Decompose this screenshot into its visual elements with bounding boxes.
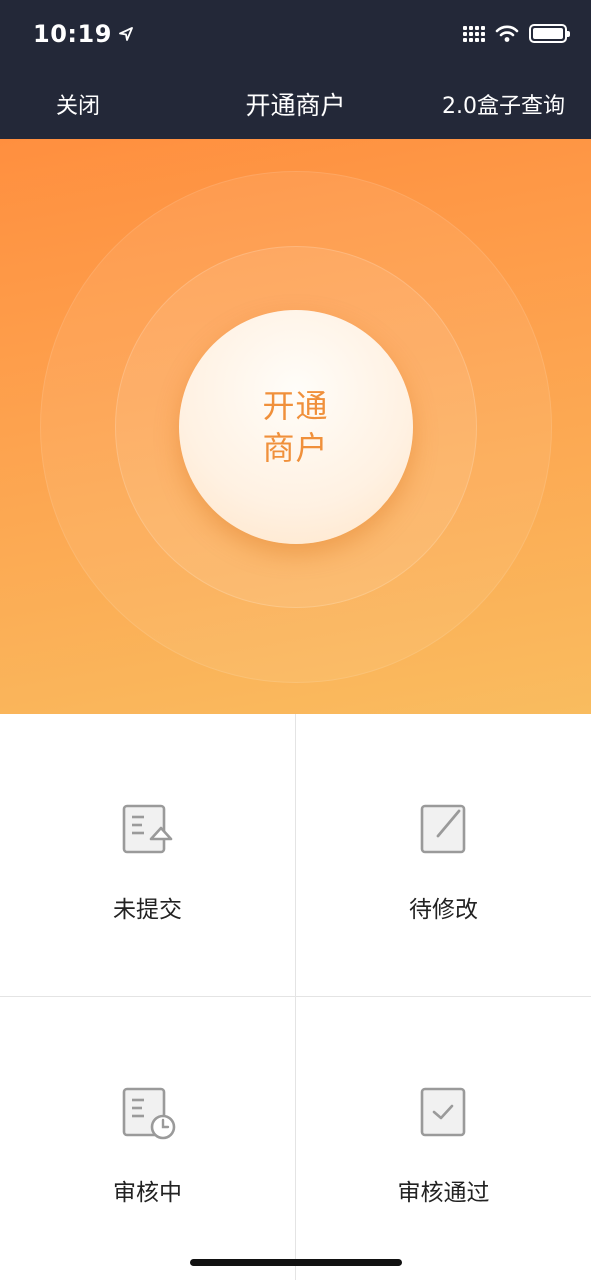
status-approved[interactable]: 审核通过 bbox=[295, 997, 591, 1280]
status-label: 未提交 bbox=[113, 897, 182, 923]
status-grid: 未提交 待修改 审核中 审核通过 bbox=[0, 714, 591, 1280]
open-merchant-button[interactable]: 开通 商户 bbox=[178, 309, 413, 544]
page: 10:19 关闭 开通商户 2.0盒子查询 开通 商户 未提交 待修改 审核中 … bbox=[0, 0, 591, 1280]
box-query-button[interactable]: 2.0盒子查询 bbox=[442, 88, 565, 120]
battery-icon bbox=[529, 24, 570, 43]
status-pending-edit[interactable]: 待修改 bbox=[295, 714, 591, 997]
wifi-icon bbox=[495, 25, 519, 42]
cellular-signal-icon bbox=[463, 25, 485, 42]
status-reviewing[interactable]: 审核中 bbox=[0, 997, 295, 1280]
status-label: 审核通过 bbox=[397, 1180, 490, 1206]
status-unsubmitted[interactable]: 未提交 bbox=[0, 714, 295, 997]
status-label: 待修改 bbox=[409, 897, 478, 923]
open-merchant-line1: 开通 bbox=[262, 386, 329, 425]
top-bar: 10:19 关闭 开通商户 2.0盒子查询 bbox=[0, 0, 591, 139]
location-arrow-icon bbox=[119, 27, 133, 41]
edit-document-icon bbox=[420, 804, 465, 854]
hero-banner: 开通 商户 bbox=[0, 139, 591, 714]
document-upload-icon bbox=[122, 804, 172, 854]
status-time-text: 10:19 bbox=[33, 20, 112, 48]
document-clock-icon bbox=[122, 1087, 175, 1140]
open-merchant-line2: 商户 bbox=[262, 428, 329, 467]
document-check-icon bbox=[420, 1087, 465, 1137]
home-indicator[interactable] bbox=[189, 1259, 402, 1266]
status-time: 10:19 bbox=[33, 20, 134, 48]
status-label: 审核中 bbox=[113, 1180, 182, 1206]
status-icons bbox=[463, 24, 570, 43]
